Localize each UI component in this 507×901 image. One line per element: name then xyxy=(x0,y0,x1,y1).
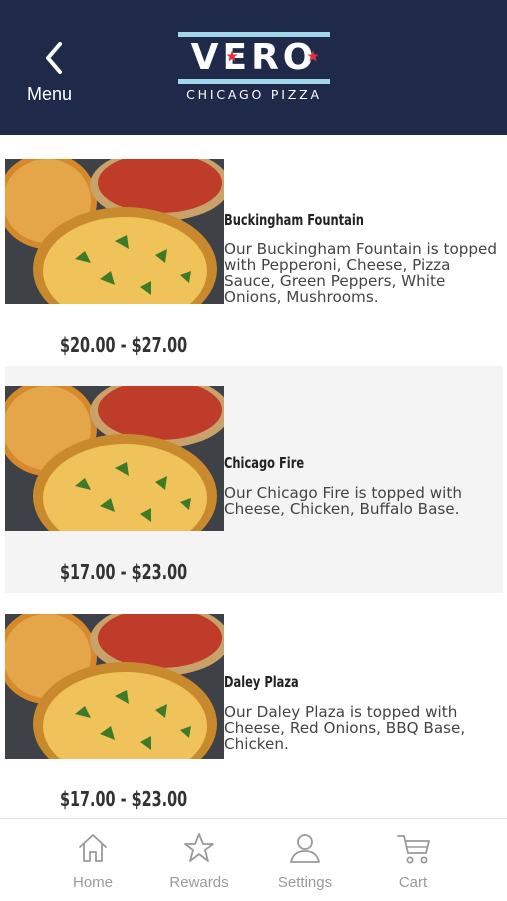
back-button[interactable]: Menu xyxy=(22,40,82,110)
menu-item-card[interactable]: Daley Plaza Our Daley Plaza is topped wi… xyxy=(5,614,503,841)
pizza-photo xyxy=(5,614,224,759)
vero-logo: VERO CHICAGO PIZZA xyxy=(178,32,330,104)
tab-rewards-label: Rewards xyxy=(169,874,229,891)
app-header: Menu VERO CHICAGO PIZZA xyxy=(0,0,507,135)
tab-cart[interactable]: Cart xyxy=(363,819,463,901)
menu-item-card[interactable]: Buckingham Fountain Our Buckingham Fount… xyxy=(5,159,503,386)
item-description: Our Daley Plaza is topped with Cheese, R… xyxy=(224,703,466,753)
tab-home-label: Home xyxy=(72,874,113,891)
tab-cart-label: Cart xyxy=(398,874,428,891)
item-name: Buckingham Fountain xyxy=(224,211,364,229)
item-description: Our Buckingham Fountain is topped with P… xyxy=(224,240,498,306)
item-name: Daley Plaza xyxy=(224,673,299,691)
person-icon xyxy=(290,834,320,863)
pizza-photo xyxy=(5,386,224,531)
chevron-left-icon xyxy=(46,42,62,74)
item-price: $17.00 - $23.00 xyxy=(60,560,188,584)
home-icon xyxy=(79,834,107,862)
logo-star-icon xyxy=(307,50,319,62)
item-description: Our Chicago Fire is topped with Cheese, … xyxy=(224,484,462,518)
pizza-photo xyxy=(5,159,224,304)
logo-bottom-bar xyxy=(178,79,330,84)
menu-item-card[interactable]: Chicago Fire Our Chicago Fire is topped … xyxy=(5,366,503,593)
logo-subtitle: CHICAGO PIZZA xyxy=(186,87,322,102)
bottom-tab-bar: Home Rewards Settings Cart xyxy=(0,818,507,901)
item-price: $20.00 - $27.00 xyxy=(60,333,188,357)
star-icon xyxy=(184,833,214,862)
item-price: $17.00 - $23.00 xyxy=(60,787,188,811)
tab-settings-label: Settings xyxy=(277,874,333,891)
tab-settings[interactable]: Settings xyxy=(255,819,355,901)
tab-rewards[interactable]: Rewards xyxy=(149,819,249,901)
cart-icon xyxy=(397,835,430,864)
back-label: Menu xyxy=(27,84,73,104)
logo-star-icon xyxy=(226,50,238,62)
item-name: Chicago Fire xyxy=(224,454,305,472)
tab-home[interactable]: Home xyxy=(43,819,143,901)
